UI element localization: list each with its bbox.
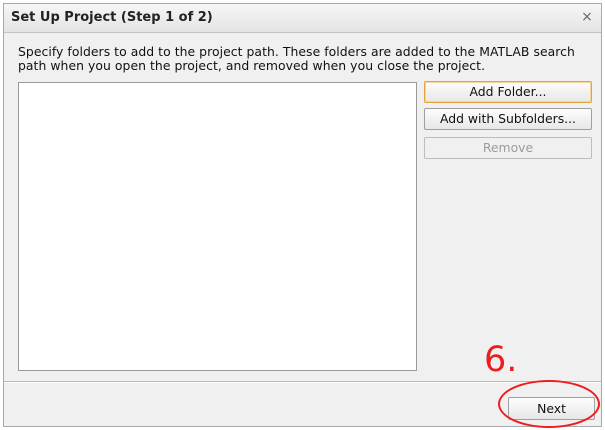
footer-separator [4, 381, 601, 383]
next-button[interactable]: Next [508, 397, 595, 420]
folder-list[interactable] [18, 82, 417, 371]
dialog-title: Set Up Project (Step 1 of 2) [11, 10, 213, 25]
add-with-subfolders-button[interactable]: Add with Subfolders... [424, 108, 592, 130]
instructions-text: Specify folders to add to the project pa… [18, 45, 593, 73]
remove-button: Remove [424, 137, 592, 159]
close-icon[interactable]: × [579, 8, 595, 26]
add-folder-button[interactable]: Add Folder... [424, 81, 592, 103]
annotation-step-label: 6. [484, 340, 518, 380]
instructions-line-2: path when you open the project, and remo… [18, 58, 486, 73]
title-bar[interactable]: Set Up Project (Step 1 of 2) × [4, 4, 601, 33]
instructions-line-1: Specify folders to add to the project pa… [18, 44, 575, 59]
